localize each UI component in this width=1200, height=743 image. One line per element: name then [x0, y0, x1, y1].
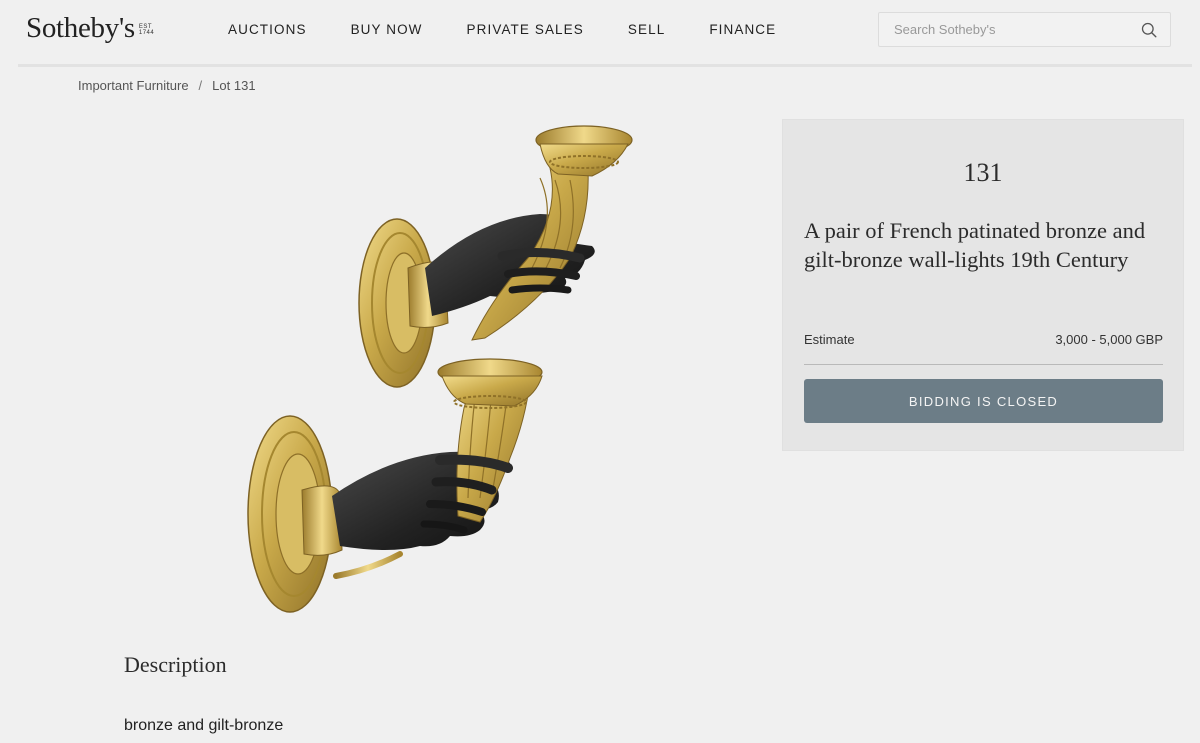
lot-title: A pair of French patinated bronze and gi… [804, 218, 1146, 272]
lot-image-wall-lights[interactable] [240, 118, 660, 640]
site-header: Sotheby's EST 1744 Auctions Buy Now Priv… [0, 0, 1200, 62]
breadcrumb-separator: / [198, 78, 203, 93]
upper-wall-light [358, 125, 633, 388]
breadcrumb-link-category[interactable]: Important Furniture [78, 78, 189, 93]
estimate-row: Estimate 3,000 - 5,000 GBP [804, 332, 1163, 365]
main-nav: Auctions Buy Now Private Sales Sell Fina… [228, 22, 820, 37]
nav-item-finance[interactable]: Finance [709, 22, 776, 37]
description-text: bronze and gilt-bronze [124, 717, 284, 734]
estimate-label: Estimate [804, 332, 855, 347]
nav-item-auctions[interactable]: Auctions [228, 22, 307, 37]
logo-est-year: 1744 [138, 30, 155, 36]
breadcrumb: Important Furniture / Lot 131 [78, 78, 256, 93]
header-divider [18, 64, 1192, 67]
search-icon[interactable] [1141, 22, 1157, 38]
search-input[interactable] [879, 13, 1129, 46]
logo-wordmark: Sotheby's [26, 11, 135, 44]
description-heading: Description [124, 652, 227, 677]
lower-wall-light [247, 358, 543, 613]
nav-item-sell[interactable]: Sell [628, 22, 665, 37]
bidding-closed-button[interactable]: Bidding is Closed [804, 379, 1163, 423]
breadcrumb-current-lot: Lot 131 [212, 78, 256, 93]
nav-item-private-sales[interactable]: Private Sales [467, 22, 584, 37]
sothebys-logo[interactable]: Sotheby's EST 1744 [26, 8, 154, 48]
search-box [878, 12, 1171, 47]
nav-item-buy-now[interactable]: Buy Now [351, 22, 423, 37]
lot-number: 131 [963, 158, 1003, 187]
lot-info-panel: 131 A pair of French patinated bronze an… [782, 119, 1184, 451]
estimate-value: 3,000 - 5,000 GBP [1055, 332, 1163, 347]
logo-established-mark: EST 1744 [139, 24, 154, 36]
